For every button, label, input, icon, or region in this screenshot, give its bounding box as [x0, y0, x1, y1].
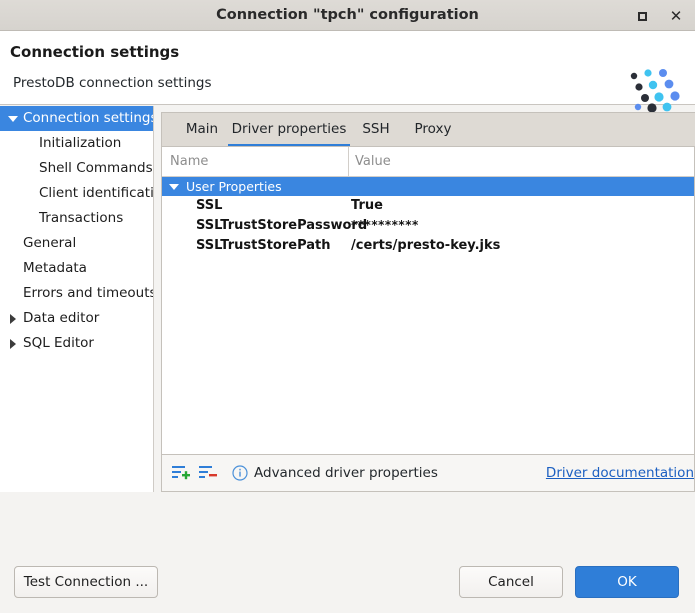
window-title: Connection "tpch" configuration: [216, 7, 479, 23]
property-group-row[interactable]: User Properties: [162, 177, 694, 196]
close-button[interactable]: ✕: [666, 6, 686, 26]
property-value[interactable]: True: [351, 196, 383, 215]
sidebar-item-label: SQL Editor: [23, 335, 94, 351]
sidebar-item-connection-settings[interactable]: Connection settings: [0, 106, 153, 131]
sidebar-item-metadata[interactable]: Metadata: [0, 256, 153, 281]
table-header: Name Value: [162, 147, 694, 177]
sidebar-item-label: Client identificati: [39, 185, 153, 201]
sidebar-item-sql-editor[interactable]: SQL Editor: [0, 331, 153, 356]
settings-panel: Main Driver properties SSH Proxy Name Value…: [161, 112, 695, 492]
chevron-right-icon[interactable]: [7, 306, 19, 331]
property-value[interactable]: **********: [351, 216, 419, 235]
table-row[interactable]: SSL True: [162, 196, 694, 215]
property-value[interactable]: /certs/presto-key.jks: [351, 236, 500, 255]
sidebar-item-client-identificati[interactable]: Client identificati: [0, 181, 153, 206]
page-title: Connection settings: [10, 43, 180, 61]
page-subtitle: PrestoDB connection settings: [13, 75, 212, 91]
sidebar-item-general[interactable]: General: [0, 231, 153, 256]
panel-footer: Advanced driver properties Driver docume…: [161, 455, 695, 492]
maximize-icon: [637, 11, 647, 21]
add-property-icon[interactable]: [172, 465, 190, 481]
driver-documentation-link[interactable]: Driver documentation: [546, 455, 694, 491]
sidebar-item-label: Shell Commands: [39, 160, 153, 176]
sidebar-item-label: Metadata: [23, 260, 87, 276]
sidebar-item-label: Initialization: [39, 135, 122, 151]
property-name: SSLTrustStorePassword: [196, 218, 368, 233]
tab-ssh[interactable]: SSH: [350, 113, 402, 147]
sidebar-item-label: Transactions: [39, 210, 124, 226]
test-connection-button[interactable]: Test Connection ...: [14, 566, 158, 598]
column-header-name[interactable]: Name: [170, 147, 208, 176]
settings-tree[interactable]: Connection settings Initialization Shell C…: [0, 106, 154, 492]
sidebar-item-label: Data editor: [23, 310, 100, 326]
maximize-button[interactable]: [632, 6, 652, 26]
property-name: SSL: [196, 198, 223, 213]
cancel-button[interactable]: Cancel: [459, 566, 563, 598]
driver-properties-table[interactable]: Name Value User Properties SSL True SSLTru…: [161, 146, 695, 455]
table-row[interactable]: SSLTrustStorePath/certs/presto-key.jks: [162, 236, 694, 255]
info-icon: [232, 465, 248, 481]
chevron-down-icon[interactable]: [7, 106, 19, 131]
sidebar-item-shell-commands[interactable]: Shell Commands: [0, 156, 153, 181]
property-name: SSLTrustStorePath: [196, 238, 331, 253]
tab-main[interactable]: Main: [176, 113, 228, 147]
column-header-value[interactable]: Value: [355, 147, 391, 176]
sidebar-item-data-editor[interactable]: Data editor: [0, 306, 153, 331]
dialog-header: Connection settings PrestoDB connection …: [0, 31, 695, 123]
sidebar-item-errors-and-timeouts[interactable]: Errors and timeouts: [0, 281, 153, 306]
chevron-down-icon[interactable]: [169, 177, 179, 196]
sidebar-item-initialization[interactable]: Initialization: [0, 131, 153, 156]
close-icon: ✕: [669, 6, 683, 25]
chevron-right-icon[interactable]: [7, 331, 19, 356]
column-divider[interactable]: [348, 147, 349, 176]
advanced-driver-properties-label: Advanced driver properties: [254, 465, 438, 481]
sidebar-item-label: Errors and timeouts: [23, 285, 153, 301]
ok-button[interactable]: OK: [575, 566, 679, 598]
table-row[interactable]: SSLTrustStorePassword **********: [162, 216, 694, 235]
tab-proxy[interactable]: Proxy: [402, 113, 464, 147]
sidebar-item-transactions[interactable]: Transactions: [0, 206, 153, 231]
tab-bar[interactable]: Main Driver properties SSH Proxy: [161, 112, 695, 147]
property-group-label: User Properties: [186, 179, 282, 194]
sidebar-item-label: Connection settings: [23, 110, 153, 126]
tab-driver-properties[interactable]: Driver properties: [228, 113, 350, 147]
remove-property-icon[interactable]: [199, 465, 217, 481]
sidebar-item-label: General: [23, 235, 77, 251]
title-bar: Connection "tpch" configuration ✕: [0, 0, 695, 31]
